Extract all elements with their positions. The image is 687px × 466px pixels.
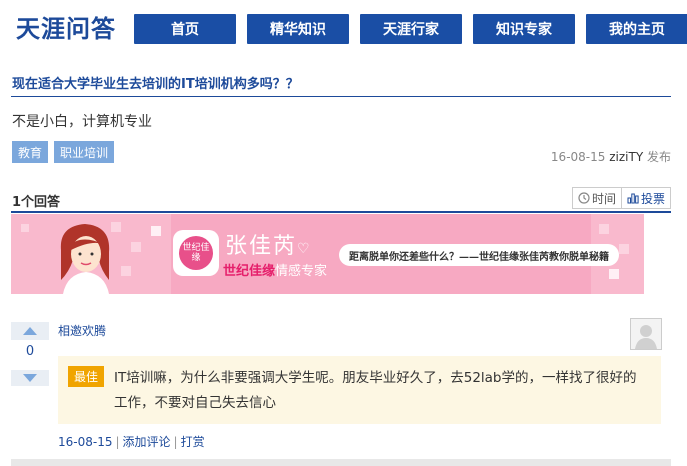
sort-by-time-button[interactable]: 时间 — [571, 187, 622, 209]
nav-my-home[interactable]: 我的主页 — [586, 14, 687, 44]
nav-knowledge-experts[interactable]: 知识专家 — [473, 14, 575, 44]
separator: | — [115, 435, 120, 449]
sort-votes-label: 投票 — [640, 191, 665, 206]
ad-illustration — [60, 224, 110, 294]
vote-up-button[interactable] — [11, 322, 49, 340]
answer-date: 16-08-15 — [58, 435, 113, 449]
sort-group: 时间 投票 — [571, 187, 671, 209]
sort-time-label: 时间 — [591, 191, 616, 206]
avatar[interactable] — [630, 318, 662, 350]
vote-down-button[interactable] — [11, 370, 49, 386]
question-meta: 16-08-15 ziziTY 发布 — [551, 148, 671, 165]
heart-icon: ♡ — [297, 241, 312, 257]
ad-expert-role: 世纪佳缘情感专家 — [223, 260, 327, 279]
ad-brand: 世纪佳缘 — [223, 264, 276, 279]
title-divider — [11, 96, 671, 97]
answer-author[interactable]: 相邀欢腾 — [58, 322, 106, 339]
sort-by-votes-button[interactable]: 投票 — [621, 187, 671, 209]
user-avatar-icon — [635, 325, 657, 349]
question-author[interactable]: ziziTY — [609, 150, 643, 164]
answer-footer: 16-08-15 | 添加评论 | 打赏 — [58, 433, 205, 450]
question-date: 16-08-15 — [550, 150, 606, 164]
answers-header: 1个回答 时间 投票 — [11, 187, 671, 213]
nav-featured[interactable]: 精华知识 — [247, 14, 349, 44]
ad-expert-name: 张佳芮♡ — [225, 234, 312, 259]
ad-banner[interactable]: 世纪佳缘 张佳芮♡ 世纪佳缘情感专家 距离脱单你还差些什么？——世纪佳缘张佳芮教… — [11, 214, 644, 294]
bar-chart-icon — [627, 193, 639, 204]
tag-education[interactable]: 教育 — [12, 141, 49, 163]
nav-home[interactable]: 首页 — [134, 14, 236, 44]
site-logo[interactable]: 天涯问答 — [16, 12, 128, 46]
question-tags: 教育 职业培训 — [12, 141, 115, 163]
caret-down-icon — [23, 374, 37, 382]
best-answer: 最佳 IT培训嘛，为什么非要强调大学生呢。朋友毕业好久了，去52lab学的，一样… — [58, 356, 661, 424]
caret-up-icon — [23, 327, 37, 335]
tip-link[interactable]: 打赏 — [181, 435, 205, 449]
ad-brand-logo: 世纪佳缘 — [173, 230, 219, 276]
bottom-divider — [11, 459, 671, 466]
main-nav: 首页 精华知识 天涯行家 知识专家 我的主页 — [134, 14, 687, 44]
question-body: 不是小白，计算机专业 — [12, 114, 152, 130]
vote-widget: 0 — [11, 322, 49, 386]
clock-icon — [578, 192, 590, 204]
best-answer-badge: 最佳 — [68, 366, 105, 387]
tag-vocational-training[interactable]: 职业培训 — [54, 141, 115, 163]
question-action: 发布 — [646, 150, 671, 164]
ad-role-label: 情感专家 — [275, 264, 328, 279]
ad-slogan: 距离脱单你还差些什么？——世纪佳缘张佳芮教你脱单秘籍 — [339, 244, 619, 266]
answer-text: IT培训嘛，为什么非要强调大学生呢。朋友毕业好久了，去52lab学的，一样找了很… — [114, 370, 637, 411]
ad-logo-text: 世纪佳缘 — [179, 236, 213, 270]
vote-count: 0 — [25, 344, 35, 359]
question-title: 现在适合大学毕业生去培训的IT培训机构多吗？？ — [12, 77, 299, 92]
nav-experts-industry[interactable]: 天涯行家 — [360, 14, 462, 44]
answer-count: 1个回答 — [12, 195, 61, 210]
separator: | — [173, 435, 178, 449]
add-comment-link[interactable]: 添加评论 — [123, 435, 171, 449]
